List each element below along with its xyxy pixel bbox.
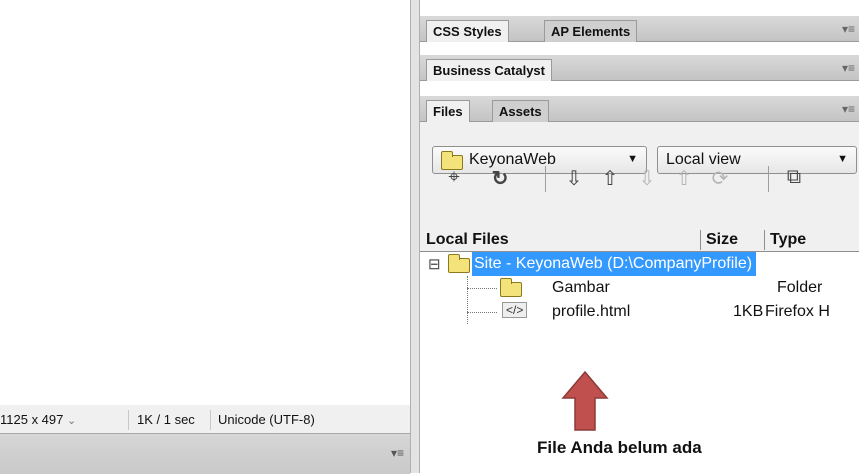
properties-panel-header: ▾≡ [0, 433, 410, 474]
panel-group-files: Files Assets ▾≡ [420, 96, 859, 122]
panel-group-business-catalyst: Business Catalyst ▾≡ [420, 55, 859, 81]
folder-icon [500, 278, 522, 297]
connect-icon[interactable]: ⌖ [440, 166, 468, 189]
put-files-icon[interactable]: ⇧ [596, 166, 624, 191]
status-separator [128, 410, 129, 430]
file-size: 1KB [733, 303, 764, 320]
toolbar-separator [545, 166, 546, 192]
tab-files[interactable]: Files [426, 100, 470, 122]
chevron-down-icon: ▼ [837, 153, 848, 165]
column-type[interactable]: Type [770, 231, 806, 249]
table-row[interactable]: </> profile.html 1KB Firefox H [420, 300, 859, 324]
site-root-label: Site - KeyonaWeb (D:\CompanyProfile) [472, 252, 757, 276]
synchronize-icon[interactable]: ⟳ [706, 166, 734, 191]
window-size-chevron-icon: ⌄ [67, 415, 77, 427]
file-type: Firefox H [765, 303, 830, 320]
column-separator [700, 230, 701, 250]
download-time: 1K / 1 sec [137, 412, 195, 427]
chevron-down-icon: ▼ [627, 153, 638, 165]
column-size[interactable]: Size [706, 231, 738, 249]
encoding-label: Unicode (UTF-8) [218, 412, 315, 427]
status-separator [210, 410, 211, 430]
column-local-files[interactable]: Local Files [426, 231, 509, 249]
panel-splitter[interactable] [410, 0, 420, 473]
panel-menu-icon[interactable]: ▾≡ [842, 102, 855, 116]
panel-group-css: CSS Styles AP Elements ▾≡ [420, 16, 859, 42]
panel-menu-icon[interactable]: ▾≡ [391, 446, 404, 460]
collapse-icon[interactable]: ⊟ [428, 255, 441, 273]
expand-icon[interactable]: ⧉ [780, 166, 808, 189]
check-in-icon[interactable]: ⇧ [670, 166, 698, 191]
file-name: profile.html [552, 303, 631, 320]
annotation-arrow [561, 370, 609, 431]
status-bar: 1125 x 497 ⌄ 1K / 1 sec Unicode (UTF-8) [0, 405, 410, 433]
table-row[interactable]: ⊟ Site - KeyonaWeb (D:\CompanyProfile) [420, 252, 859, 276]
html-file-icon: </> [502, 302, 528, 318]
file-type: Folder [777, 279, 823, 296]
tab-assets[interactable]: Assets [492, 100, 549, 122]
tab-business-catalyst[interactable]: Business Catalyst [426, 59, 552, 81]
file-name: Gambar [552, 279, 610, 296]
tab-ap-elements[interactable]: AP Elements [544, 20, 638, 42]
refresh-icon[interactable]: ↻ [486, 166, 514, 191]
tab-css-styles[interactable]: CSS Styles [426, 20, 509, 42]
check-out-icon[interactable]: ⇩ [633, 166, 661, 191]
file-list-header: Local Files Size Type [420, 228, 859, 252]
toolbar-separator [768, 166, 769, 192]
annotation-text: File Anda belum ada [537, 438, 702, 457]
folder-icon [448, 254, 470, 273]
column-separator [764, 230, 765, 250]
window-size-indicator[interactable]: 1125 x 497 ⌄ [0, 412, 76, 427]
get-files-icon[interactable]: ⇩ [560, 166, 588, 191]
table-row[interactable]: Gambar Folder [420, 276, 859, 300]
panel-menu-icon[interactable]: ▾≡ [842, 61, 855, 75]
panel-menu-icon[interactable]: ▾≡ [842, 22, 855, 36]
